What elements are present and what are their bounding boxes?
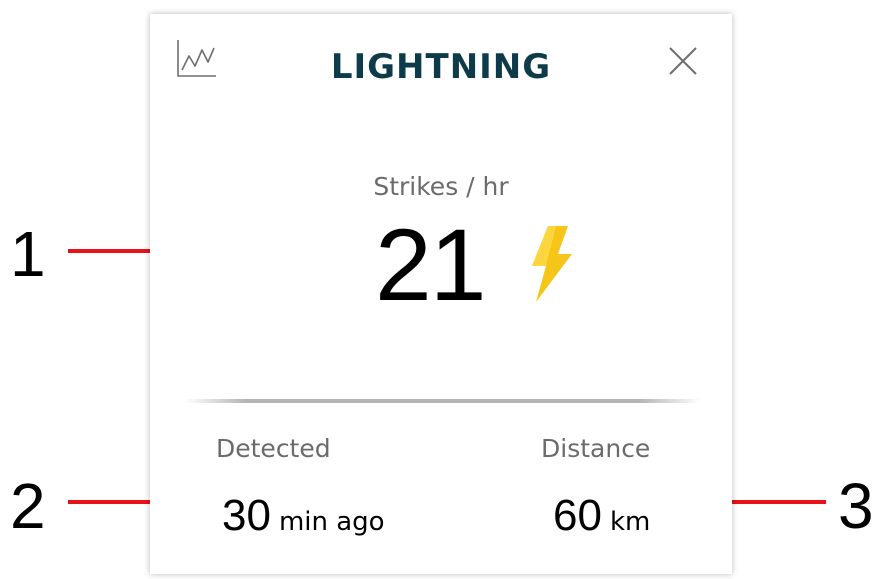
screenshot-stage: 1 2 3 LIGHTNING Strikes / hr 21 Detected… [0,0,880,579]
detected-value: 30 min ago [222,494,385,538]
detected-unit: min ago [278,507,385,537]
section-divider [185,399,701,403]
callout-number-1: 1 [10,218,46,290]
lightning-widget-card: LIGHTNING Strikes / hr 21 Detected Dista… [150,14,732,574]
strikes-rate-label: Strikes / hr [373,172,509,201]
distance-value: 60 km [553,494,650,538]
lightning-bolt-icon [528,226,576,302]
distance-label: Distance [541,434,651,463]
widget-title: LIGHTNING [330,47,552,87]
callout-number-2: 2 [10,470,46,542]
distance-number: 60 [553,491,602,540]
detected-label: Detected [216,434,331,463]
callout-number-3: 3 [838,470,874,542]
distance-unit: km [609,507,651,537]
strikes-rate-value: 21 [375,208,486,322]
close-icon[interactable] [666,44,700,78]
detected-number: 30 [222,491,271,540]
